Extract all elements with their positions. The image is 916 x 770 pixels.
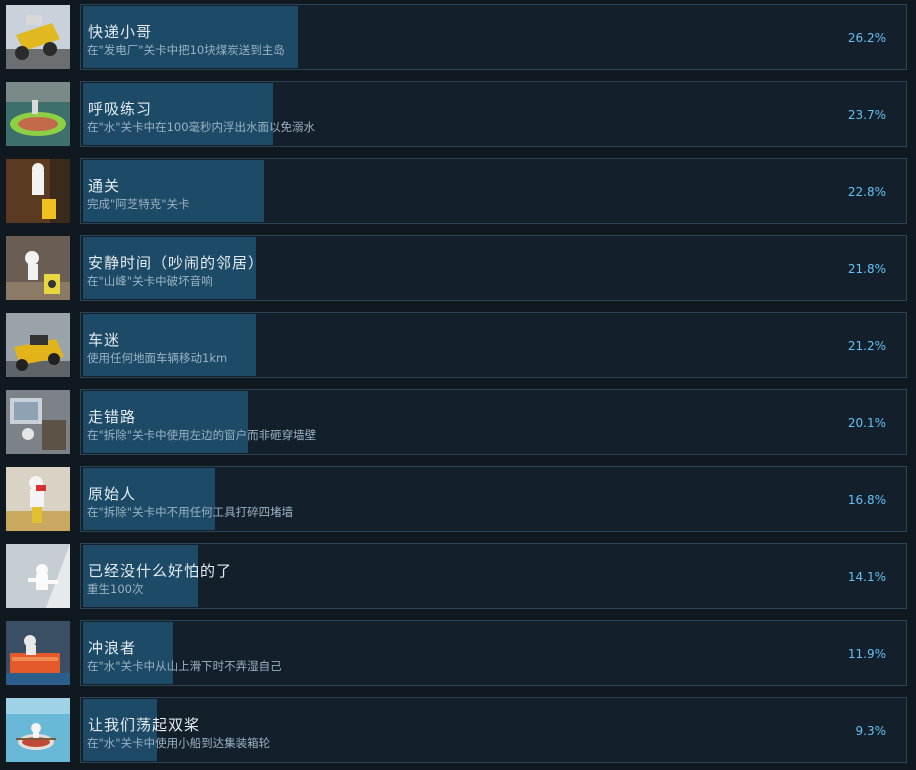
achievement-description: 在"水"关卡中使用小船到达集装箱轮 [87, 736, 271, 750]
car-icon [6, 313, 70, 377]
achievement-title: 原始人 [88, 485, 137, 503]
achievement-row[interactable]: 冲浪者在"水"关卡中从山上滑下时不弄湿自己 11.9% [0, 620, 916, 686]
achievement-card[interactable]: 冲浪者在"水"关卡中从山上滑下时不弄湿自己 11.9% [80, 620, 907, 686]
achievement-row[interactable]: 车迷使用任何地面车辆移动1km 21.2% [0, 312, 916, 378]
unlock-percentage: 23.7% [847, 108, 886, 122]
achievement-row[interactable]: 原始人在"拆除"关卡中不用任何工具打碎四堵墙 16.8% [0, 466, 916, 532]
unlock-percentage: 26.2% [847, 31, 886, 45]
achievement-row[interactable]: 呼吸练习在"水"关卡中在100毫秒内浮出水面以免溺水 23.7% [0, 81, 916, 147]
unlock-percentage: 14.1% [847, 570, 886, 584]
achievement-row[interactable]: 已经没什么好怕的了重生100次 14.1% [0, 543, 916, 609]
achievement-card[interactable]: 车迷使用任何地面车辆移动1km 21.2% [80, 312, 907, 378]
unlock-percentage: 11.9% [847, 647, 886, 661]
achievement-card[interactable]: 通关完成"阿芝特克"关卡 22.8% [80, 158, 907, 224]
achievement-title: 通关 [88, 177, 121, 195]
achievement-card[interactable]: 让我们荡起双桨在"水"关卡中使用小船到达集装箱轮 9.3% [80, 697, 907, 763]
caveman-icon [6, 467, 70, 531]
achievement-description: 在"拆除"关卡中使用左边的窗户而非砸穿墙壁 [87, 428, 317, 442]
aztec-character-icon [6, 159, 70, 223]
achievement-description: 在"拆除"关卡中不用任何工具打碎四堵墙 [87, 505, 294, 519]
achievement-description: 在"发电厂"关卡中把10块煤炭送到主岛 [87, 43, 285, 57]
unlock-percentage: 21.2% [847, 339, 886, 353]
speaker-icon [6, 236, 70, 300]
achievement-title: 让我们荡起双桨 [88, 716, 201, 734]
achievement-description: 完成"阿芝特克"关卡 [87, 197, 190, 211]
achievement-description: 重生100次 [87, 582, 144, 596]
achievement-card[interactable]: 原始人在"拆除"关卡中不用任何工具打碎四堵墙 16.8% [80, 466, 907, 532]
achievement-description: 在"山峰"关卡中破坏音响 [87, 274, 213, 288]
achievement-card[interactable]: 快递小哥在"发电厂"关卡中把10块煤炭送到主岛 26.2% [80, 4, 907, 70]
boat-breath-icon [6, 82, 70, 146]
achievement-row[interactable]: 走错路在"拆除"关卡中使用左边的窗户而非砸穿墙壁 20.1% [0, 389, 916, 455]
achievement-card[interactable]: 已经没什么好怕的了重生100次 14.1% [80, 543, 907, 609]
achievement-row[interactable]: 让我们荡起双桨在"水"关卡中使用小船到达集装箱轮 9.3% [0, 697, 916, 763]
achievement-description: 在"水"关卡中从山上滑下时不弄湿自己 [87, 659, 282, 673]
achievement-row[interactable]: 快递小哥在"发电厂"关卡中把10块煤炭送到主岛 26.2% [0, 4, 916, 70]
achievement-title: 车迷 [88, 331, 121, 349]
achievement-card[interactable]: 呼吸练习在"水"关卡中在100毫秒内浮出水面以免溺水 23.7% [80, 81, 907, 147]
unlock-percentage: 16.8% [847, 493, 886, 507]
unlock-percentage: 9.3% [855, 724, 887, 738]
achievement-title: 冲浪者 [88, 639, 137, 657]
unlock-percentage: 21.8% [847, 262, 886, 276]
achievement-row[interactable]: 通关完成"阿芝特克"关卡 22.8% [0, 158, 916, 224]
achievement-list: 快递小哥在"发电厂"关卡中把10块煤炭送到主岛 26.2% 呼吸练习在"水"关卡中在… [0, 0, 916, 770]
falling-character-icon [6, 544, 70, 608]
rowboat-icon [6, 698, 70, 762]
achievement-title: 已经没什么好怕的了 [88, 562, 233, 580]
achievement-row[interactable]: 安静时间（吵闹的邻居） 在"山峰"关卡中破坏音响 21.8% [0, 235, 916, 301]
unlock-percentage: 20.1% [847, 416, 886, 430]
achievement-title: 快递小哥 [88, 23, 153, 41]
achievement-card[interactable]: 安静时间（吵闹的邻居） 在"山峰"关卡中破坏音响 21.8% [80, 235, 907, 301]
achievement-title: 走错路 [88, 408, 137, 426]
achievement-description: 使用任何地面车辆移动1km [87, 351, 228, 365]
achievement-description: 在"水"关卡中在100毫秒内浮出水面以免溺水 [87, 120, 316, 134]
surf-mattress-icon [6, 621, 70, 685]
achievement-title: 呼吸练习 [88, 100, 153, 118]
unlock-percentage: 22.8% [847, 185, 886, 199]
achievement-title: 安静时间（吵闹的邻居） [88, 254, 265, 272]
window-icon [6, 390, 70, 454]
truck-coal-icon [6, 5, 70, 69]
achievement-card[interactable]: 走错路在"拆除"关卡中使用左边的窗户而非砸穿墙壁 20.1% [80, 389, 907, 455]
